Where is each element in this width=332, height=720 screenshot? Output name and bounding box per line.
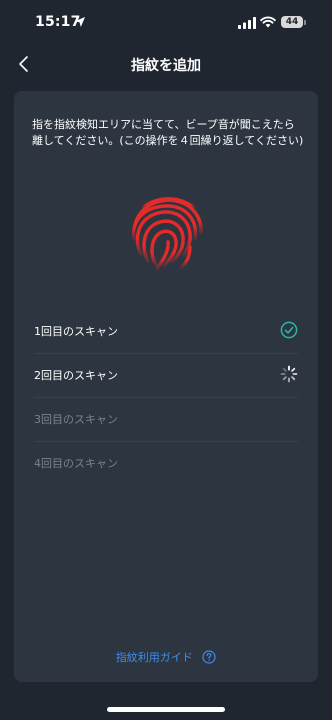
enrollment-card: 指を指紋検知エリアに当てて、ビープ音が聞こえたら離してください。(この操作を４回…	[14, 91, 318, 682]
wifi-icon	[260, 16, 276, 28]
scan-row-2: 2回目のスキャン	[34, 354, 298, 398]
guide-link-label: 指紋利用ガイド	[115, 651, 193, 664]
page-title: 指紋を追加	[131, 58, 201, 74]
scan-label: 3回目のスキャン	[34, 413, 118, 426]
battery-indicator: 44	[281, 16, 303, 28]
fingerprint-guide-link[interactable]: 指紋利用ガイド	[14, 649, 318, 665]
location-arrow-icon	[75, 17, 85, 27]
instruction-text: 指を指紋検知エリアに当てて、ビープ音が聞こえたら離してください。(この操作を４回…	[32, 118, 304, 147]
scan-row-4: 4回目のスキャン	[34, 442, 298, 485]
nav-bar: 指紋を追加	[0, 48, 332, 82]
scan-progress-list: 1回目のスキャン 2回目のスキャン 3回目のスキャン 4回目のスキャン	[14, 310, 318, 485]
scan-label: 1回目のスキャン	[34, 325, 118, 338]
scan-label: 4回目のスキャン	[34, 457, 118, 470]
spinner-icon	[280, 365, 298, 383]
scan-label: 2回目のスキャン	[34, 369, 118, 382]
home-indicator[interactable]	[107, 707, 225, 712]
check-circle-icon	[280, 321, 298, 339]
scan-row-3: 3回目のスキャン	[34, 398, 298, 442]
fingerprint-icon	[131, 197, 203, 271]
battery-tip	[304, 20, 306, 25]
scan-row-1: 1回目のスキャン	[34, 310, 298, 354]
cellular-signal-icon	[238, 17, 256, 29]
status-bar: 15:17 44	[0, 0, 332, 48]
question-circle-icon	[202, 650, 216, 664]
